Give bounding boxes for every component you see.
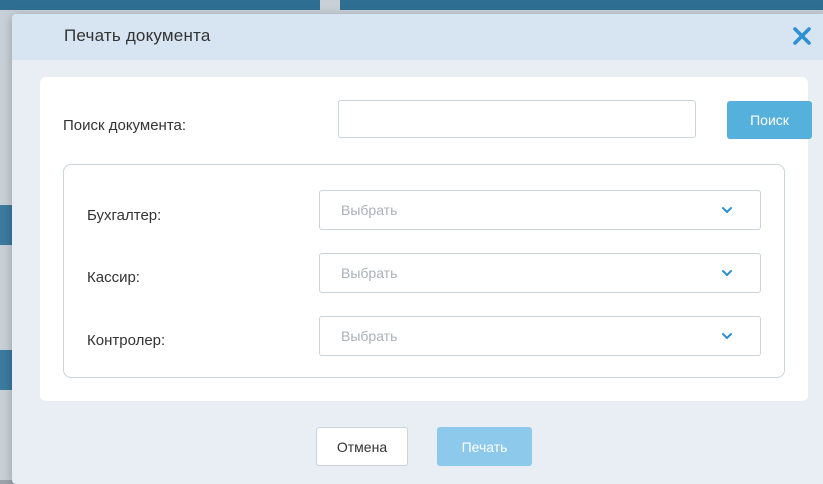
- controller-select[interactable]: Выбрать: [319, 316, 761, 356]
- background-sidebar-item: [0, 205, 12, 245]
- chevron-down-icon: [722, 333, 732, 339]
- signatories-group: Бухгалтер: Выбрать Кассир: Выбрать Контр…: [63, 164, 785, 378]
- chevron-down-icon: [722, 270, 732, 276]
- accountant-select-placeholder: Выбрать: [341, 202, 398, 218]
- dialog-body-card: Поиск документа: Поиск Бухгалтер: Выбрат…: [40, 77, 812, 401]
- cashier-label: Кассир:: [87, 269, 140, 286]
- controller-label: Контролер:: [87, 332, 166, 349]
- accountant-select[interactable]: Выбрать: [319, 190, 761, 230]
- background-sidebar-item: [0, 350, 12, 390]
- cancel-button[interactable]: Отмена: [316, 427, 408, 466]
- background-header-bar: [0, 0, 320, 10]
- background-header-bar-right: [340, 0, 823, 10]
- close-icon: [793, 27, 811, 45]
- accountant-label: Бухгалтер:: [87, 207, 162, 224]
- search-document-label: Поиск документа:: [63, 117, 187, 134]
- cashier-select[interactable]: Выбрать: [319, 253, 761, 293]
- controller-select-placeholder: Выбрать: [341, 328, 398, 344]
- search-document-input[interactable]: [338, 100, 696, 138]
- print-button[interactable]: Печать: [437, 427, 532, 466]
- chevron-down-icon: [722, 207, 732, 213]
- close-button[interactable]: [788, 22, 816, 50]
- search-button[interactable]: Поиск: [727, 101, 812, 139]
- cashier-select-placeholder: Выбрать: [341, 265, 398, 281]
- print-document-dialog: Печать документа Поиск документа: Поиск …: [12, 14, 823, 484]
- dialog-header: Печать документа: [12, 14, 823, 60]
- dialog-title: Печать документа: [64, 26, 211, 45]
